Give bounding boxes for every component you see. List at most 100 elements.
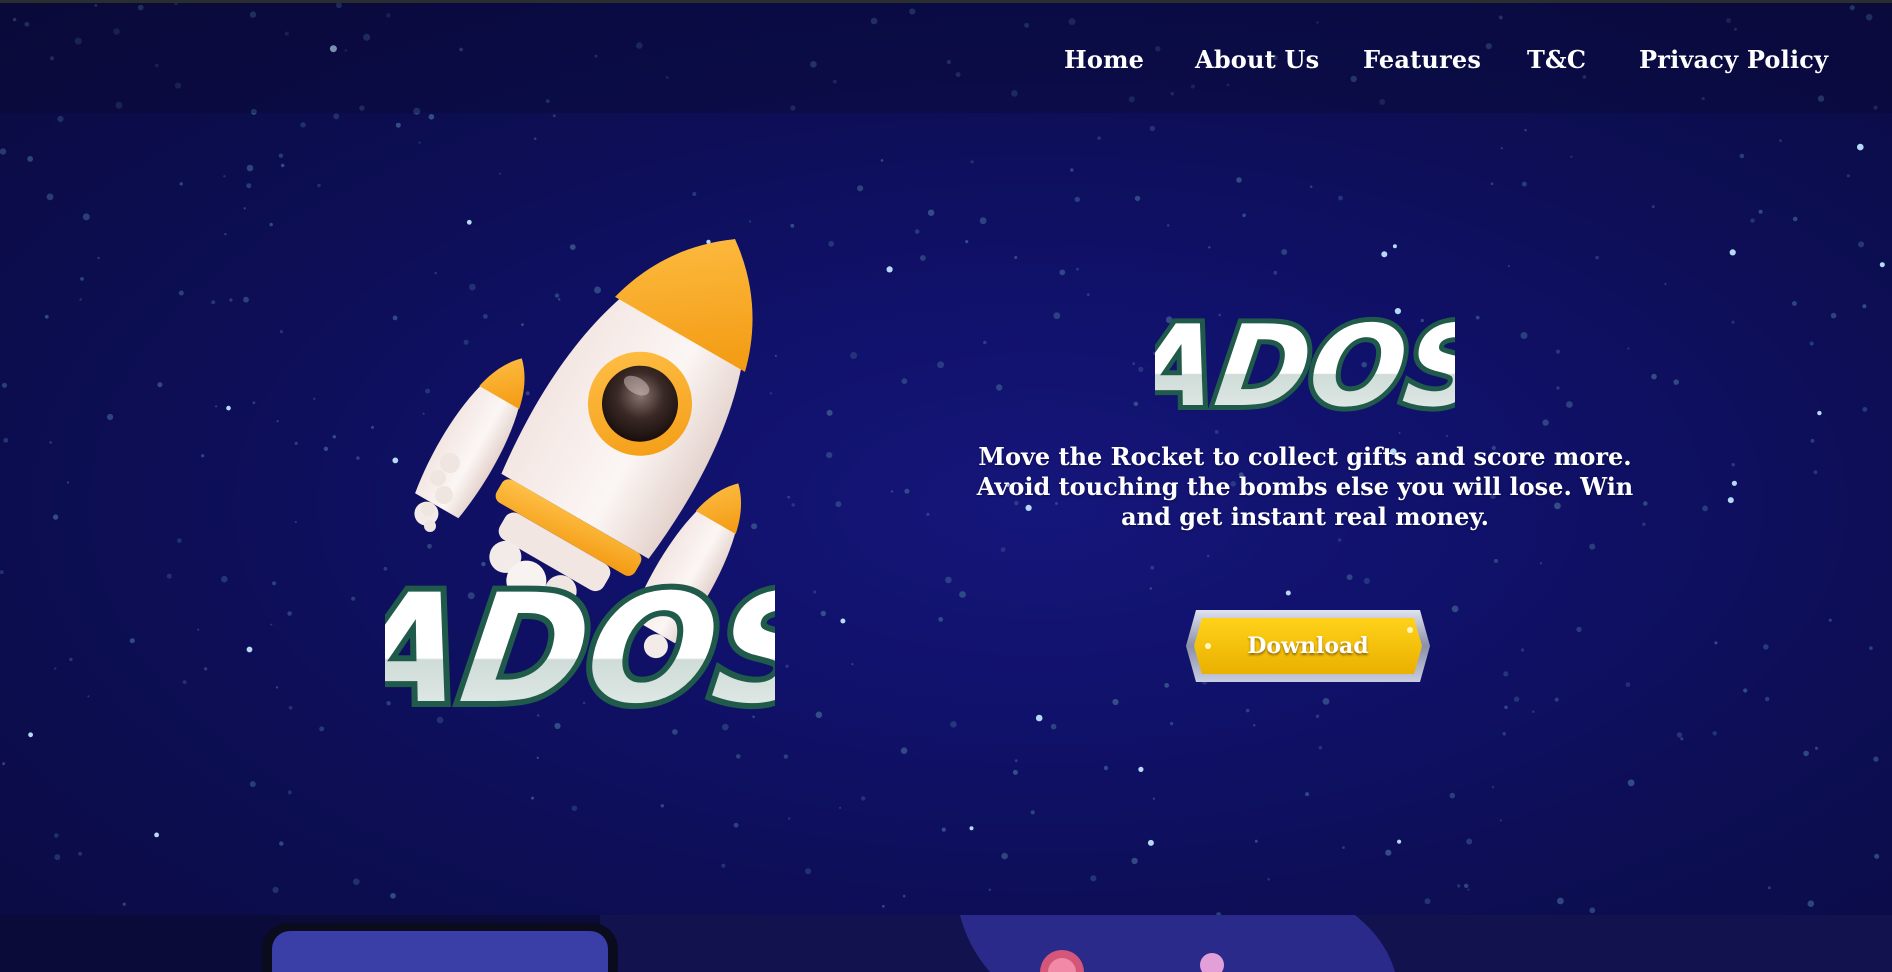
star <box>835 501 842 508</box>
star <box>300 122 306 128</box>
star <box>1457 884 1461 888</box>
star <box>353 878 360 885</box>
star <box>1166 224 1170 227</box>
star <box>129 638 135 644</box>
star <box>1050 723 1057 730</box>
star <box>1676 732 1683 738</box>
star <box>1513 696 1520 702</box>
hero-section: ADOS ADOS Move the Rocket to collect gif… <box>0 3 1892 915</box>
star <box>1014 759 1018 762</box>
star <box>1164 683 1170 688</box>
star <box>1712 731 1717 736</box>
star <box>287 611 292 616</box>
star <box>1236 177 1242 183</box>
star <box>552 114 556 118</box>
ados-logo-left-text: ADOS <box>385 562 775 737</box>
star <box>166 573 172 579</box>
star <box>182 680 187 684</box>
star <box>1810 438 1815 443</box>
hero-content: ADOS Move the Rocket to collect gifts an… <box>960 293 1650 532</box>
star <box>880 159 884 162</box>
star <box>1813 470 1818 475</box>
star <box>1779 139 1782 143</box>
star <box>157 382 163 388</box>
star <box>272 886 279 894</box>
star <box>1467 888 1470 891</box>
star <box>901 378 908 385</box>
star <box>1862 407 1868 412</box>
star <box>1449 792 1456 799</box>
star <box>1337 538 1342 542</box>
star <box>1539 562 1543 565</box>
star <box>272 581 277 586</box>
star <box>46 193 54 201</box>
star <box>1743 688 1748 693</box>
download-button[interactable]: Download <box>1182 600 1434 692</box>
top-navigation: Home About Us Features T&C Privacy Polic… <box>0 3 1892 113</box>
star <box>288 705 293 710</box>
star <box>920 255 926 261</box>
star <box>1714 641 1718 645</box>
star <box>1817 410 1822 416</box>
star <box>1134 195 1141 202</box>
star <box>313 397 316 400</box>
nav-home-link[interactable]: Home <box>1064 45 1144 74</box>
star <box>1208 246 1211 249</box>
star <box>243 296 249 303</box>
star <box>970 160 974 164</box>
star <box>428 114 435 120</box>
star <box>914 229 920 234</box>
star <box>246 646 253 653</box>
star <box>57 115 64 123</box>
star <box>154 832 160 838</box>
star <box>882 904 885 908</box>
nav-features-link[interactable]: Features <box>1363 45 1481 74</box>
star <box>287 790 292 795</box>
star <box>178 290 184 296</box>
star <box>276 420 279 423</box>
star <box>1809 341 1814 346</box>
ados-logo-left: ADOS <box>385 556 775 741</box>
star <box>1731 320 1735 324</box>
ados-logo-title: ADOS <box>1155 297 1455 428</box>
star <box>1664 282 1667 286</box>
star <box>69 657 73 662</box>
star <box>1828 618 1832 622</box>
star <box>1147 839 1154 846</box>
star <box>226 405 231 411</box>
star <box>281 163 285 168</box>
star <box>246 183 252 189</box>
star <box>890 490 894 493</box>
next-section-preview <box>0 915 1892 972</box>
star <box>1466 838 1473 845</box>
star <box>1729 249 1736 256</box>
star <box>0 570 4 575</box>
star <box>1764 696 1770 702</box>
tagline-line-2: Avoid touching the bombs else you will l… <box>976 472 1634 501</box>
star <box>941 827 946 832</box>
star <box>736 754 741 759</box>
star <box>1625 682 1631 687</box>
star <box>788 817 791 820</box>
star <box>1627 779 1635 787</box>
star <box>1576 626 1582 633</box>
star <box>1589 907 1596 914</box>
nav-about-us-link[interactable]: About Us <box>1195 45 1319 74</box>
preview-artwork <box>262 915 1892 972</box>
star <box>1792 216 1798 222</box>
star <box>861 796 866 801</box>
star <box>1500 147 1503 150</box>
star <box>1309 185 1313 188</box>
star <box>1857 143 1864 151</box>
tagline-line-3: and get instant real money. <box>1121 502 1489 531</box>
nav-tc-link[interactable]: T&C <box>1527 45 1586 74</box>
star <box>886 266 893 273</box>
star <box>945 576 952 584</box>
star <box>0 148 7 155</box>
star <box>826 409 833 416</box>
star <box>249 781 256 788</box>
star <box>1000 547 1006 552</box>
star <box>499 172 502 175</box>
star <box>536 756 539 759</box>
nav-privacy-policy-link[interactable]: Privacy Policy <box>1639 45 1828 74</box>
